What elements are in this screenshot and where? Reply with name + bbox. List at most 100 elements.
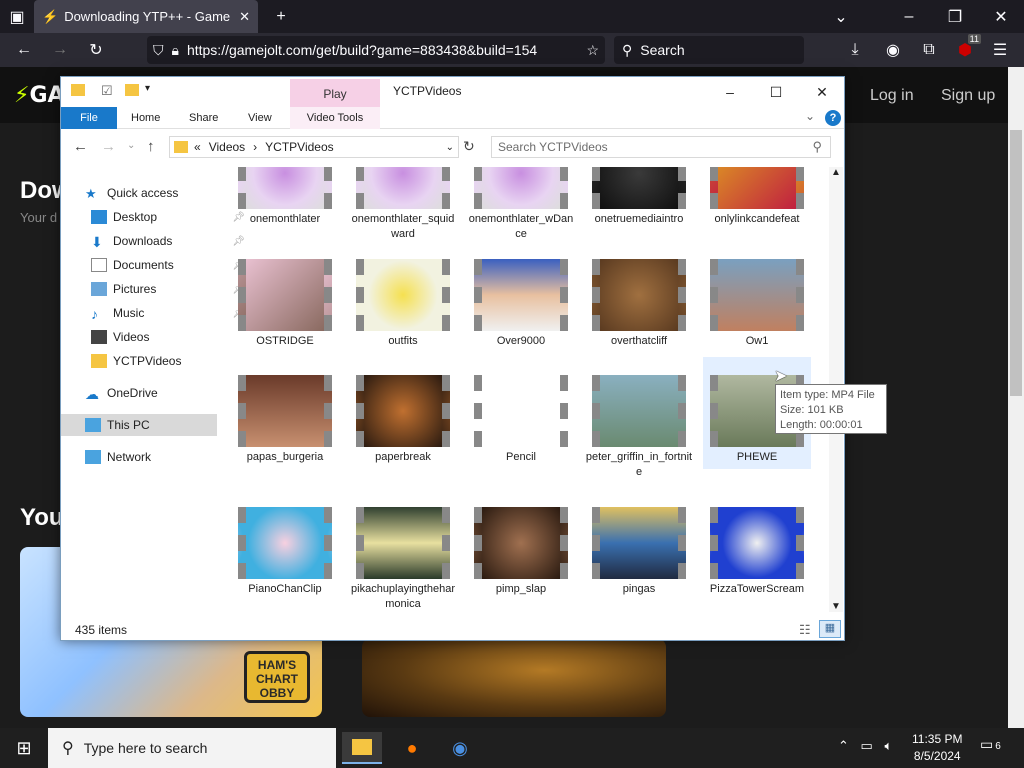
breadcrumb-prefix[interactable]: «: [194, 140, 201, 154]
browser-taskbar-icon[interactable]: ◉: [440, 732, 480, 764]
file-tile[interactable]: Ow1: [703, 259, 811, 349]
game-card[interactable]: [362, 639, 666, 717]
page-scrollbar-thumb[interactable]: [1010, 130, 1022, 396]
file-tile[interactable]: onetruemediaintro: [585, 167, 693, 227]
file-tile[interactable]: Over9000: [467, 259, 575, 349]
restore-browser-button[interactable]: ❐: [932, 0, 978, 33]
file-tile[interactable]: OSTRIDGE: [231, 259, 339, 349]
file-tile[interactable]: PianoChanClip: [231, 507, 339, 597]
address-bar[interactable]: « Videos › YCTPVideos ⌄: [169, 136, 459, 158]
file-tile[interactable]: onemonthlater_wDance: [467, 167, 575, 242]
nav-onedrive[interactable]: ☁ OneDrive: [85, 382, 241, 404]
notification-center-icon[interactable]: ▭ 6: [980, 736, 1001, 753]
video-thumbnail: [356, 167, 450, 209]
browser-search-box[interactable]: ⚲ Search: [614, 36, 804, 64]
tab-video-tools[interactable]: Video Tools: [290, 107, 380, 129]
file-tile[interactable]: paperbreak: [349, 375, 457, 465]
file-tile[interactable]: pimp_slap: [467, 507, 575, 597]
nav-pictures[interactable]: Pictures📌︎: [91, 278, 247, 300]
file-tile[interactable]: onemonthlater_squidward: [349, 167, 457, 242]
breadcrumb-separator[interactable]: ›: [253, 140, 257, 154]
properties-icon[interactable]: ☑: [101, 83, 113, 99]
forward-icon[interactable]: →: [48, 38, 72, 62]
taskbar-search-box[interactable]: ⚲ Type here to search: [48, 728, 336, 768]
windows-start-icon[interactable]: ⊞: [0, 728, 48, 768]
bookmark-star-icon[interactable]: ☆: [586, 42, 599, 59]
nav-music[interactable]: ♪Music📌︎: [91, 302, 247, 324]
taskbar-clock[interactable]: 11:35 PM 8/5/2024: [912, 731, 962, 765]
large-icons-view-icon[interactable]: ▦: [819, 620, 841, 638]
back-icon[interactable]: ←: [12, 38, 36, 62]
reload-icon[interactable]: ↻: [84, 38, 108, 62]
shield-icon[interactable]: ⛉: [153, 42, 164, 59]
new-folder-icon[interactable]: [125, 84, 139, 96]
file-explorer-window: ☑ ▾ Play YCTPVideos – ☐ ✕ File Home Shar…: [60, 76, 845, 641]
network-icon[interactable]: ▭: [861, 738, 873, 753]
file-tile[interactable]: peter_griffin_in_fortnite: [585, 375, 693, 480]
file-tile[interactable]: papas_burgeria: [231, 375, 339, 465]
file-tile[interactable]: PizzaTowerScream: [703, 507, 811, 597]
file-tile[interactable]: pikachuplayingtheharmonica: [349, 507, 457, 612]
tab-home[interactable]: Home: [131, 107, 160, 129]
tab-share[interactable]: Share: [189, 107, 218, 129]
file-explorer-taskbar-icon[interactable]: [342, 732, 382, 764]
extensions-icon[interactable]: ⧉: [917, 38, 941, 62]
file-tile[interactable]: onemonthlater: [231, 167, 339, 227]
new-tab-button[interactable]: +: [258, 0, 304, 33]
file-tile[interactable]: overthatcliff: [585, 259, 693, 349]
nav-quick-access[interactable]: ★ Quick access: [85, 182, 241, 204]
minimize-browser-button[interactable]: –: [886, 0, 932, 33]
ublock-icon[interactable]: ⬢ 11: [953, 34, 981, 62]
volume-muted-icon[interactable]: 🔈︎: [884, 738, 892, 753]
up-icon[interactable]: ↑: [147, 138, 155, 155]
breadcrumb-yctpvideos[interactable]: YCTPVideos: [265, 140, 333, 154]
nav-desktop[interactable]: Desktop 📌︎: [91, 206, 247, 228]
account-icon[interactable]: ◉: [881, 38, 905, 62]
refresh-icon[interactable]: ↻: [463, 138, 475, 155]
nav-this-pc[interactable]: This PC: [61, 414, 217, 436]
recent-locations-icon[interactable]: ⌄: [127, 140, 135, 151]
nav-label: OneDrive: [107, 386, 158, 400]
help-icon[interactable]: ?: [825, 110, 841, 126]
close-browser-button[interactable]: ✕: [978, 0, 1024, 33]
details-view-icon[interactable]: ☷: [799, 622, 811, 638]
address-dropdown-icon[interactable]: ⌄: [446, 142, 454, 153]
explorer-search-field[interactable]: Search YCTPVideos ⚲: [491, 136, 831, 158]
signup-link[interactable]: Sign up: [941, 87, 995, 105]
minimize-explorer-button[interactable]: –: [707, 77, 753, 107]
maximize-explorer-button[interactable]: ☐: [753, 77, 799, 107]
firefox-taskbar-icon[interactable]: ●: [392, 732, 432, 764]
file-tile[interactable]: outfits: [349, 259, 457, 349]
scroll-up-icon[interactable]: ▲: [831, 167, 841, 178]
nav-yctpvideos[interactable]: YCTPVideos: [91, 350, 247, 372]
login-link[interactable]: Log in: [870, 87, 914, 105]
close-tab-icon[interactable]: ✕: [239, 9, 250, 25]
file-tile[interactable]: onlylinkcandefeat: [703, 167, 811, 227]
lock-icon[interactable]: 🔒︎: [172, 42, 179, 59]
menu-icon[interactable]: ☰: [988, 38, 1012, 62]
site-logo[interactable]: ⚡GA: [14, 83, 65, 108]
nav-videos[interactable]: Videos: [91, 326, 247, 348]
scroll-down-icon[interactable]: ▼: [831, 601, 841, 612]
forward-icon[interactable]: →: [101, 138, 116, 155]
back-icon[interactable]: ←: [73, 138, 88, 155]
folder-icon: [91, 354, 107, 368]
tab-list-icon[interactable]: ▣: [0, 0, 34, 33]
file-tile[interactable]: Pencil: [467, 375, 575, 465]
tab-file[interactable]: File: [61, 107, 117, 129]
nav-documents[interactable]: Documents📌︎: [91, 254, 247, 276]
nav-network[interactable]: Network: [85, 446, 241, 468]
file-tile[interactable]: pingas: [585, 507, 693, 597]
list-all-tabs-icon[interactable]: ⌄: [818, 0, 864, 33]
expand-ribbon-icon[interactable]: ⌄: [805, 109, 815, 123]
breadcrumb-videos[interactable]: Videos: [209, 140, 245, 154]
close-explorer-button[interactable]: ✕: [799, 77, 845, 107]
downloads-icon[interactable]: ⤓: [843, 38, 867, 62]
tab-view[interactable]: View: [248, 107, 272, 129]
url-bar[interactable]: ⛉ 🔒︎ https://gamejolt.com/get/build?game…: [147, 36, 605, 64]
quick-access-toolbar-dropdown-icon[interactable]: ▾: [145, 83, 150, 94]
nav-downloads[interactable]: ⬇ Downloads 📌︎: [91, 230, 247, 252]
play-context-tab[interactable]: Play: [290, 79, 380, 107]
show-hidden-icons-icon[interactable]: ⌃: [838, 738, 849, 753]
browser-tab[interactable]: ⚡ Downloading YTP++ - Game Jol ✕: [34, 0, 258, 33]
